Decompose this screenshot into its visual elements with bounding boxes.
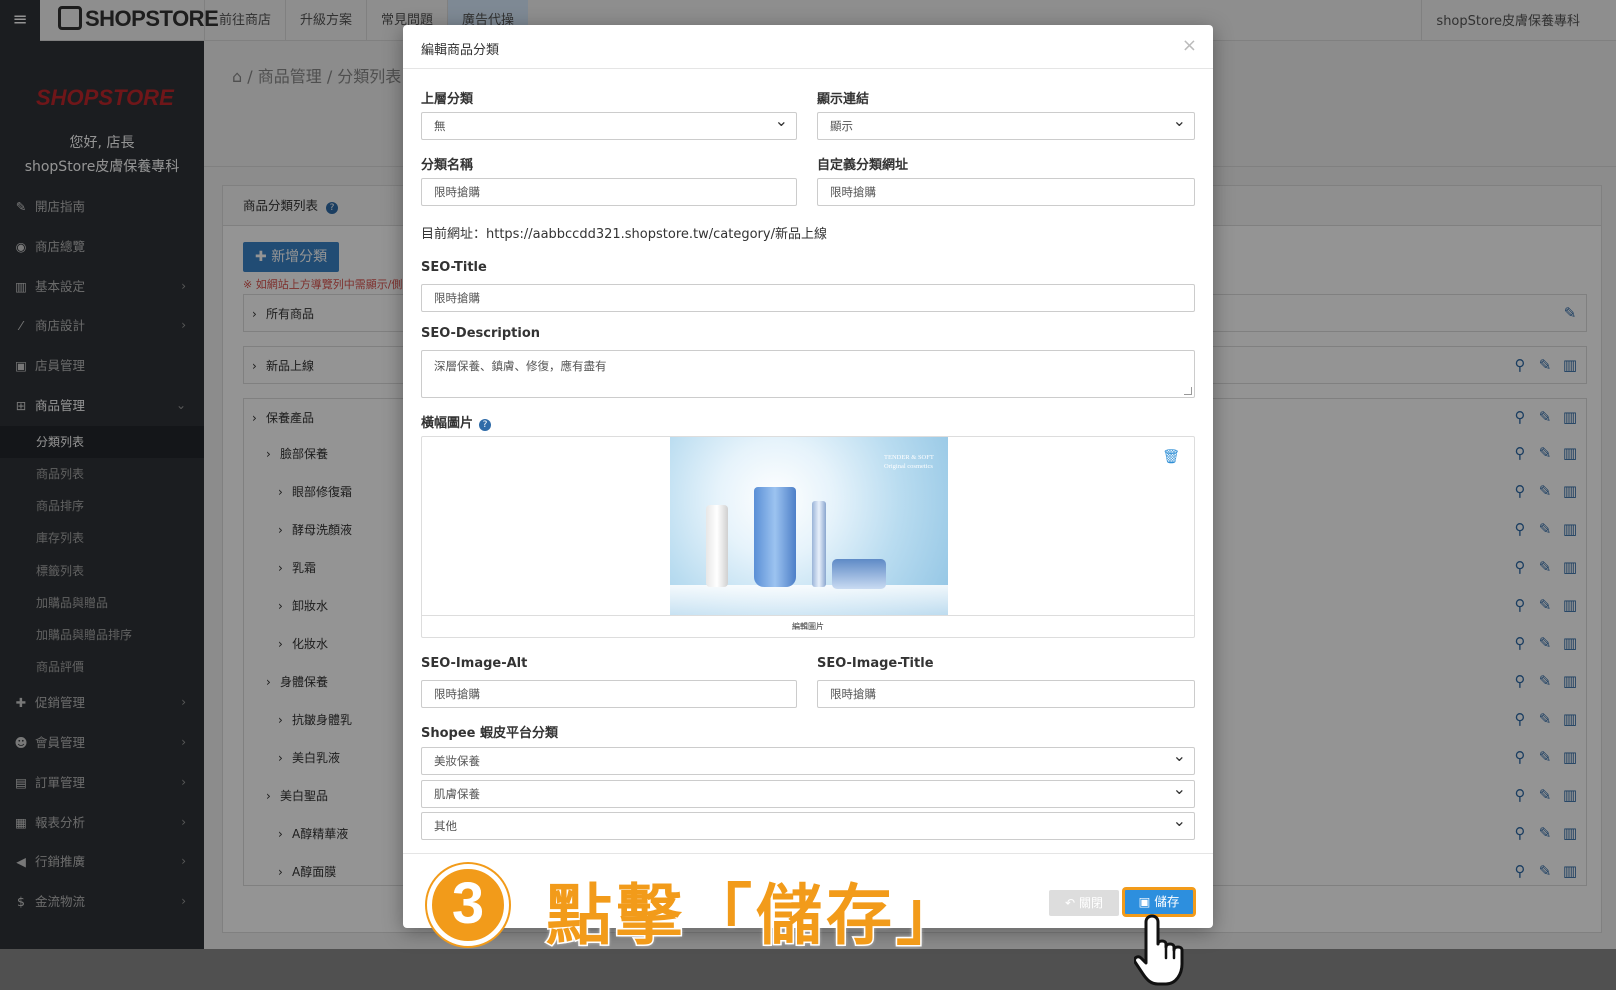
product-floor — [670, 585, 948, 615]
close-icon[interactable]: × — [1182, 35, 1197, 56]
seo-description-textarea[interactable]: 深層保養、鎮膚、修復，應有盡有 — [421, 350, 1195, 398]
seo-image-alt-label: SEO-Image-Alt — [421, 656, 528, 671]
custom-url-input[interactable]: 限時搶購 — [817, 178, 1195, 206]
close-button[interactable]: ↶ 關閉 — [1049, 890, 1119, 916]
help-icon[interactable]: ? — [479, 419, 492, 431]
banner-text: TENDER & SOFT Original cosmetics — [884, 454, 934, 470]
shopee-category-select-2[interactable]: 肌膚保養 — [421, 776, 1195, 808]
seo-image-alt-input[interactable]: 限時搶購 — [421, 680, 797, 708]
seo-title-input[interactable]: 限時搶購 — [421, 284, 1195, 312]
category-name-input[interactable]: 限時搶購 — [421, 178, 797, 206]
show-link-select[interactable]: 顯示 — [817, 108, 1195, 140]
seo-image-title-label: SEO-Image-Title — [817, 656, 934, 671]
shopee-category-select-3[interactable]: 其他 — [421, 808, 1195, 840]
trash-icon[interactable]: 🗑 — [1162, 449, 1180, 465]
resize-handle[interactable] — [1184, 387, 1192, 395]
product-jar — [832, 559, 886, 589]
step-instruction: 點擊「儲存」 — [545, 876, 966, 956]
custom-url-label: 自定義分類網址 — [817, 158, 909, 173]
product-tube-white — [706, 505, 728, 587]
seo-description-label: SEO-Description — [421, 326, 541, 341]
floppy-icon: ▣ — [1138, 894, 1151, 909]
undo-icon: ↶ — [1065, 896, 1076, 910]
product-bottle — [812, 501, 826, 587]
banner-image: TENDER & SOFT Original cosmetics — [670, 437, 948, 615]
category-name-label: 分類名稱 — [421, 158, 474, 173]
shopee-category-label: Shopee 蝦皮平台分類 — [421, 726, 559, 741]
hand-pointer-icon — [1134, 914, 1184, 986]
shopee-category-select-1[interactable]: 美妝保養 — [421, 743, 1195, 775]
seo-image-title-input[interactable]: 限時搶購 — [817, 680, 1195, 708]
seo-title-label: SEO-Title — [421, 260, 487, 275]
banner-image-label: 橫幅圖片? — [421, 412, 492, 431]
modal-title: 編輯商品分類 — [421, 43, 500, 58]
current-url: 目前網址：https://aabbccdd321.shopstore.tw/ca… — [421, 227, 827, 242]
modal-header: 編輯商品分類 × — [403, 25, 1213, 69]
parent-category-label: 上層分類 — [421, 92, 474, 107]
banner-image-box: TENDER & SOFT Original cosmetics 🗑 編輯圖片 — [421, 436, 1195, 638]
edit-image-link[interactable]: 編輯圖片 — [422, 615, 1194, 638]
edit-category-modal: 編輯商品分類 × 上層分類 無 顯示連結 顯示 分類名稱 限時搶購 自定義分類網… — [403, 25, 1213, 928]
step-number-badge: 3 — [427, 864, 509, 946]
show-link-label: 顯示連結 — [817, 92, 870, 107]
product-tube-blue — [754, 487, 796, 587]
parent-category-select[interactable]: 無 — [421, 108, 797, 140]
